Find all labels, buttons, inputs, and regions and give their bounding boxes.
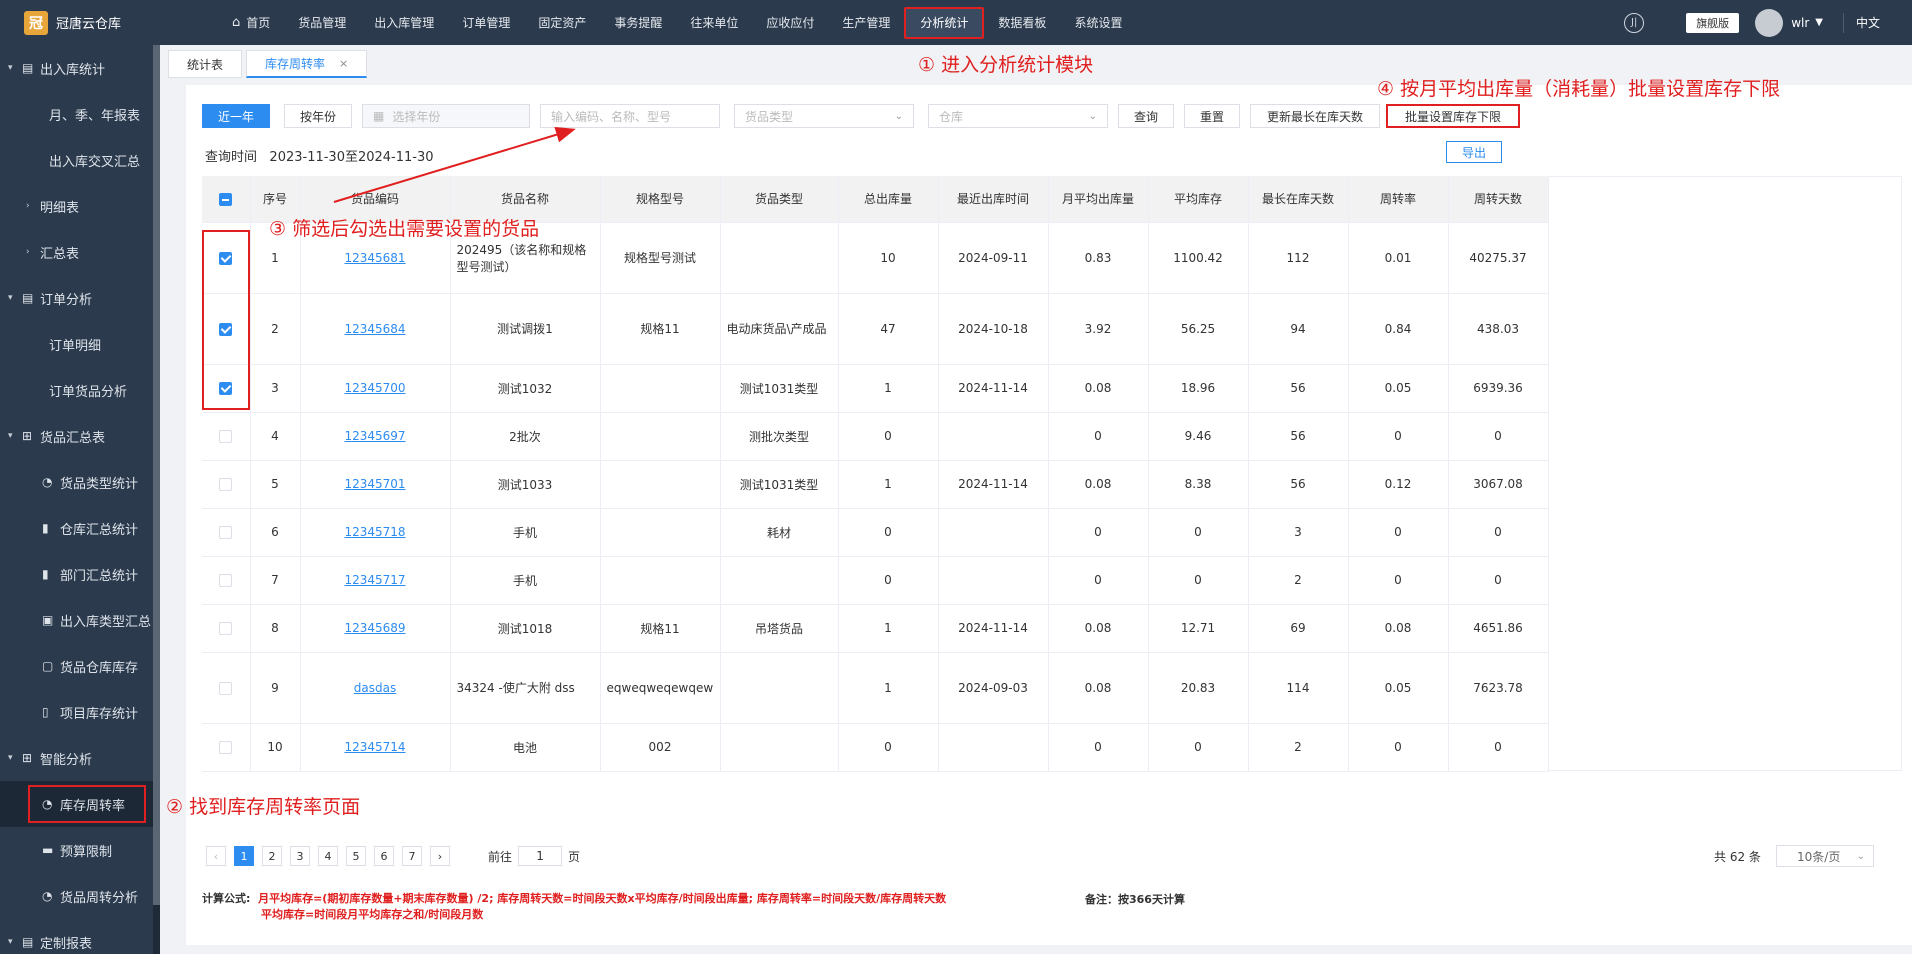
arrow-to-search xyxy=(333,126,576,203)
annotation-arrow-layer xyxy=(333,126,576,203)
